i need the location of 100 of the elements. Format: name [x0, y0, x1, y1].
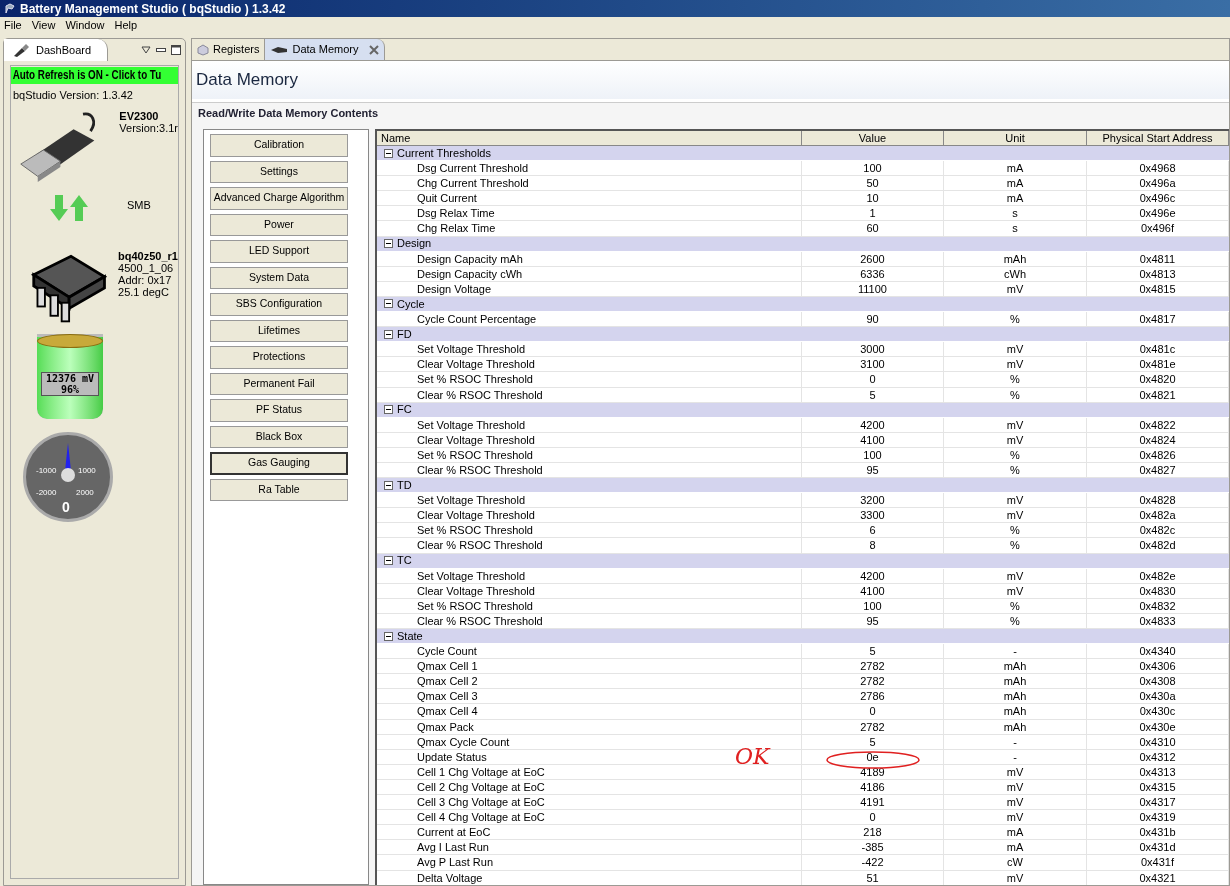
table-cell[interactable]: 11100 — [802, 281, 944, 296]
table-cell[interactable]: 50 — [802, 176, 944, 191]
table-cell: mV — [944, 508, 1087, 523]
class-button[interactable]: Settings — [210, 160, 348, 183]
table-cell: mV — [944, 583, 1087, 598]
table-cell: Cell 2 Chg Voltage at EoC — [377, 779, 802, 795]
table-cell[interactable]: 4186 — [802, 779, 944, 795]
table-cell[interactable]: 2782 — [802, 719, 944, 734]
table-cell: mV — [944, 779, 1087, 795]
column-header[interactable]: Name — [377, 131, 802, 145]
table-cell[interactable]: 3200 — [802, 493, 944, 508]
group-row[interactable]: FD — [377, 327, 1229, 343]
charge-reading: 96% — [60, 383, 80, 395]
table-cell[interactable]: -422 — [802, 855, 944, 870]
tab[interactable]: Data Memory — [265, 39, 385, 60]
collapse-icon[interactable] — [384, 556, 393, 566]
table-cell[interactable]: 8 — [802, 538, 944, 553]
menu-item[interactable]: Help — [114, 17, 138, 34]
class-button[interactable]: Advanced Charge Algorithm — [210, 187, 348, 210]
table-cell[interactable]: 218 — [802, 825, 944, 840]
table-cell[interactable]: 4191 — [802, 795, 944, 810]
table-cell[interactable]: 100 — [802, 598, 944, 613]
class-button[interactable]: Permanent Fail — [210, 372, 348, 395]
table-cell[interactable]: 95 — [802, 462, 944, 478]
table-cell[interactable]: 51 — [802, 870, 944, 885]
class-button[interactable]: Lifetimes — [210, 319, 348, 342]
table-cell[interactable]: 2782 — [802, 659, 944, 674]
table-cell: 0x4315 — [1087, 779, 1229, 795]
table-cell[interactable]: 5 — [802, 387, 944, 402]
table-cell[interactable]: 0 — [802, 372, 944, 387]
class-button[interactable]: System Data — [210, 266, 348, 289]
table-cell[interactable]: 3100 — [802, 357, 944, 372]
table-cell[interactable]: -385 — [802, 840, 944, 855]
group-row[interactable]: TD — [377, 478, 1229, 494]
table-cell[interactable]: 60 — [802, 221, 944, 236]
table-cell[interactable]: 4200 — [802, 417, 944, 432]
class-button[interactable]: Protections — [210, 346, 348, 369]
class-button[interactable]: Black Box — [210, 425, 348, 448]
table-cell[interactable]: 0e — [802, 749, 944, 764]
collapse-icon[interactable] — [384, 631, 393, 641]
table-cell[interactable]: 2786 — [802, 689, 944, 704]
dashboard-tab[interactable]: DashBoard — [4, 39, 109, 61]
menu-item[interactable]: Window — [65, 17, 105, 34]
group-row[interactable]: Current Thresholds — [377, 146, 1229, 162]
table-cell: 0x430c — [1087, 704, 1229, 719]
menu-item[interactable]: View — [31, 17, 56, 34]
table-cell: mAh — [944, 674, 1087, 689]
collapse-icon[interactable] — [384, 239, 393, 249]
table-cell[interactable]: 95 — [802, 613, 944, 628]
table-cell[interactable]: 100 — [802, 447, 944, 462]
collapse-icon[interactable] — [384, 480, 393, 490]
table-cell: Clear % RSOC Threshold — [377, 387, 802, 402]
table-cell[interactable]: 4200 — [802, 568, 944, 583]
table-cell[interactable]: 6 — [802, 523, 944, 538]
collapse-icon[interactable] — [384, 148, 393, 158]
table-cell: mAh — [944, 719, 1087, 734]
table-cell: mA — [944, 825, 1087, 840]
table-cell: mA — [944, 191, 1087, 206]
class-button[interactable]: Power — [210, 213, 348, 236]
table-cell[interactable]: 2782 — [802, 674, 944, 689]
table-cell[interactable]: 100 — [802, 161, 944, 176]
table-cell[interactable]: 10 — [802, 191, 944, 206]
column-header[interactable]: Value — [802, 131, 944, 145]
table-cell: mV — [944, 493, 1087, 508]
table-cell[interactable]: 2600 — [802, 251, 944, 266]
table-cell: Avg P Last Run — [377, 855, 802, 870]
table-cell[interactable]: 0 — [802, 810, 944, 825]
table-cell: mV — [944, 764, 1087, 779]
column-header[interactable]: Unit — [944, 131, 1087, 145]
table-cell[interactable]: 4189 — [802, 764, 944, 779]
class-button[interactable]: Gas Gauging — [210, 452, 348, 475]
table-cell: % — [944, 447, 1087, 462]
class-button[interactable]: SBS Configuration — [210, 293, 348, 316]
table-cell[interactable]: 5 — [802, 644, 944, 659]
table-cell[interactable]: 5 — [802, 734, 944, 749]
collapse-icon[interactable] — [384, 405, 393, 415]
table-cell[interactable]: 0 — [802, 704, 944, 719]
menu-item[interactable]: File — [4, 17, 22, 34]
collapse-icon[interactable] — [384, 329, 393, 339]
group-row[interactable]: State — [377, 629, 1229, 645]
class-button[interactable]: Ra Table — [210, 478, 348, 501]
table-cell[interactable]: 3000 — [802, 342, 944, 357]
table-cell[interactable]: 1 — [802, 206, 944, 221]
table-cell[interactable]: 4100 — [802, 583, 944, 598]
column-header[interactable]: Physical Start Address — [1087, 131, 1229, 145]
class-button[interactable]: PF Status — [210, 399, 348, 422]
table-cell: % — [944, 613, 1087, 628]
table-cell[interactable]: 4100 — [802, 432, 944, 447]
table-cell[interactable]: 90 — [802, 312, 944, 327]
section-title: Read/Write Data Memory Contents — [197, 105, 380, 121]
class-button[interactable]: Calibration — [210, 134, 348, 157]
table-cell[interactable]: 6336 — [802, 266, 944, 281]
table-cell: 0x4815 — [1087, 281, 1229, 296]
table-cell: - — [944, 749, 1087, 764]
table-cell[interactable]: 3300 — [802, 508, 944, 523]
table-cell: Clear % RSOC Threshold — [377, 462, 802, 478]
table-cell: Set Voltage Threshold — [377, 493, 802, 508]
class-button[interactable]: LED Support — [210, 240, 348, 263]
collapse-icon[interactable] — [384, 299, 393, 309]
window-title: Battery Management Studio ( bqStudio ) 1.3.42 — [20, 0, 286, 18]
